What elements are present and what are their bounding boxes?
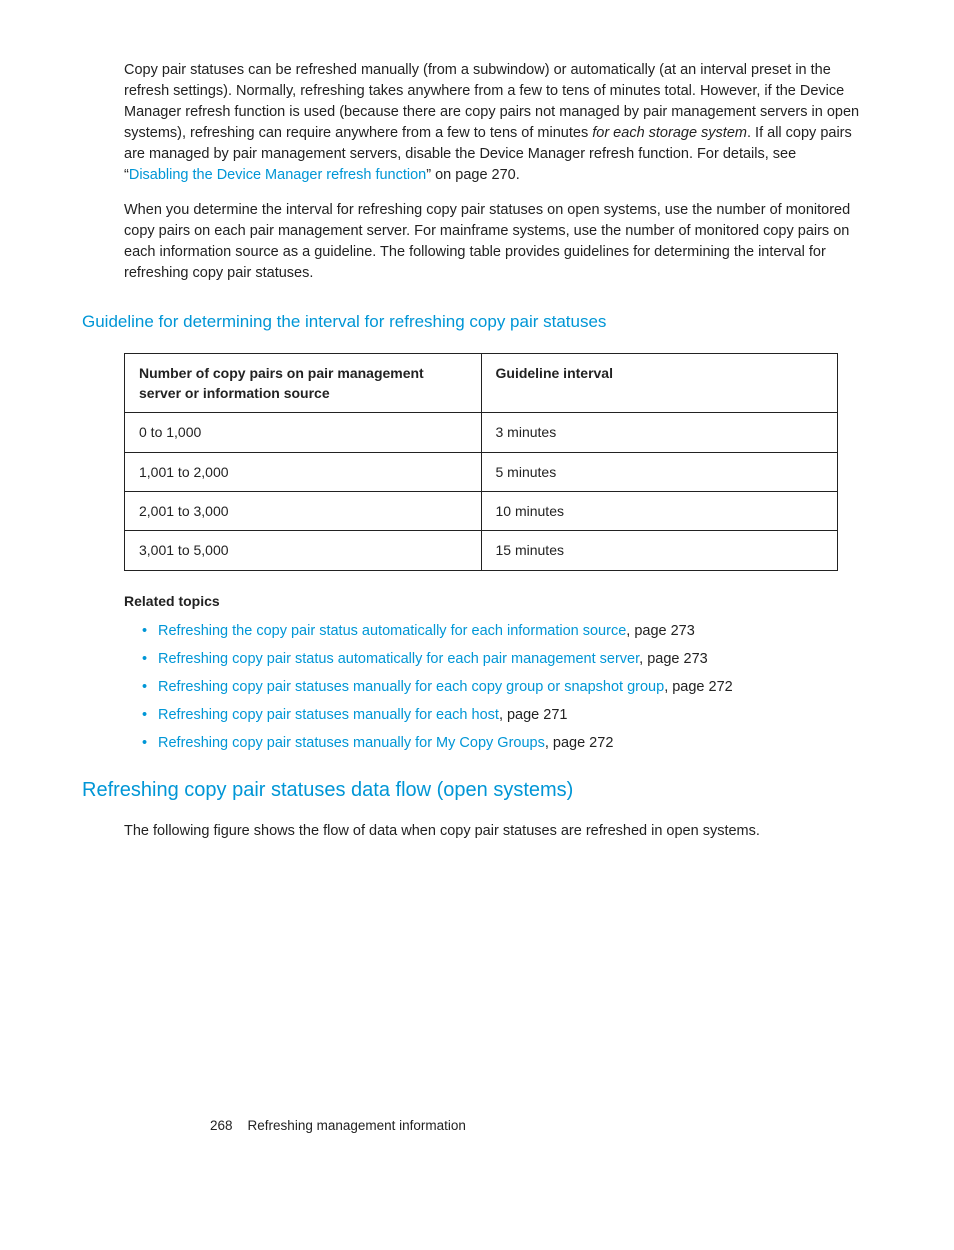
table-cell: 1,001 to 2,000	[125, 452, 482, 491]
text: ” on page 270.	[426, 167, 520, 183]
table-cell: 0 to 1,000	[125, 413, 482, 452]
related-link[interactable]: Refreshing copy pair statuses manually f…	[158, 707, 499, 723]
text: , page 272	[545, 735, 614, 751]
flow-paragraph: The following figure shows the flow of d…	[124, 821, 864, 842]
table-cell: 15 minutes	[481, 531, 838, 570]
heading-guideline: Guideline for determining the interval f…	[82, 310, 872, 335]
table-header: Guideline interval	[481, 353, 838, 413]
page-footer: 268 Refreshing management information	[210, 1116, 466, 1136]
table-cell: 5 minutes	[481, 452, 838, 491]
related-link[interactable]: Refreshing the copy pair status automati…	[158, 623, 626, 639]
related-link[interactable]: Refreshing copy pair status automaticall…	[158, 651, 639, 667]
text-italic: for each storage system	[592, 125, 747, 141]
table-row: 1,001 to 2,0005 minutes	[125, 452, 838, 491]
table-cell: 2,001 to 3,000	[125, 491, 482, 530]
intro-paragraph-1: Copy pair statuses can be refreshed manu…	[124, 60, 864, 186]
list-item: Refreshing copy pair statuses manually f…	[142, 677, 872, 698]
text: , page 271	[499, 707, 568, 723]
text: , page 272	[664, 679, 733, 695]
table-cell: 10 minutes	[481, 491, 838, 530]
list-item: Refreshing copy pair statuses manually f…	[142, 705, 872, 726]
related-link[interactable]: Refreshing copy pair statuses manually f…	[158, 679, 664, 695]
related-link[interactable]: Refreshing copy pair statuses manually f…	[158, 735, 545, 751]
heading-data-flow: Refreshing copy pair statuses data flow …	[82, 776, 872, 805]
list-item: Refreshing copy pair statuses manually f…	[142, 733, 872, 754]
related-topics-heading: Related topics	[124, 591, 872, 611]
text: , page 273	[626, 623, 695, 639]
text: , page 273	[639, 651, 708, 667]
list-item: Refreshing the copy pair status automati…	[142, 621, 872, 642]
intro-paragraph-2: When you determine the interval for refr…	[124, 200, 864, 284]
table-row: 2,001 to 3,00010 minutes	[125, 491, 838, 530]
table-row: 3,001 to 5,00015 minutes	[125, 531, 838, 570]
table-row: 0 to 1,0003 minutes	[125, 413, 838, 452]
list-item: Refreshing copy pair status automaticall…	[142, 649, 872, 670]
page-number: 268	[210, 1118, 233, 1133]
link-disabling-refresh[interactable]: Disabling the Device Manager refresh fun…	[129, 167, 426, 183]
table-header: Number of copy pairs on pair management …	[125, 353, 482, 413]
related-topics-list: Refreshing the copy pair status automati…	[142, 621, 872, 754]
table-cell: 3,001 to 5,000	[125, 531, 482, 570]
guideline-table: Number of copy pairs on pair management …	[124, 353, 838, 571]
footer-title: Refreshing management information	[248, 1118, 466, 1133]
table-cell: 3 minutes	[481, 413, 838, 452]
